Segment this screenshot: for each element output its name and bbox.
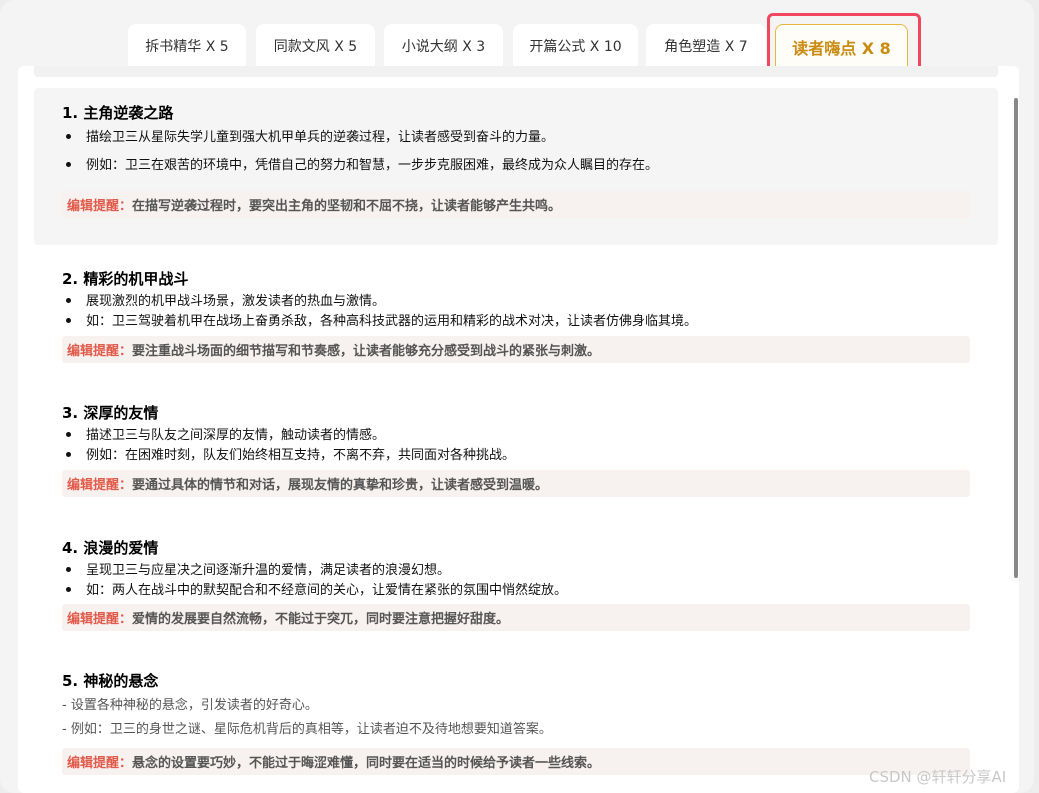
section-card: 2. 精彩的机甲战斗 展现激烈的机甲战斗场景，激发读者的热血与激情。 如：卫三驾…	[34, 266, 998, 366]
section-title: 3. 深厚的友情	[62, 404, 159, 422]
bullet-dot	[66, 298, 71, 303]
bullet-dot	[66, 318, 71, 323]
editor-tip-label: 编辑提醒：	[67, 756, 133, 771]
bullet-dot	[66, 134, 71, 139]
bullet-dot	[66, 452, 71, 457]
section-card: 5. 神秘的悬念 - 设置各种神秘的悬念，引发读者的好奇心。 - 例如：卫三的身…	[34, 668, 998, 778]
section-card: 3. 深厚的友情 描述卫三与队友之间深厚的友情，触动读者的情感。 例如：在困难时…	[34, 400, 998, 500]
list-item: - 设置各种神秘的悬念，引发读者的好奇心。	[62, 698, 318, 713]
editor-tip: 编辑提醒： 悬念的设置要巧妙，不能过于晦涩难懂，同时要在适当的时候给予读者一些线索…	[62, 748, 970, 775]
list-item-text: 展现激烈的机甲战斗场景，激发读者的热血与激情。	[86, 294, 386, 309]
list-item-text: 例如：卫三在艰苦的环境中，凭借自己的努力和智慧，一步步克服困难，最终成为众人瞩目…	[86, 158, 659, 173]
list-item: - 例如：卫三的身世之谜、星际危机背后的真相等，让读者迫不及待地想要知道答案。	[62, 722, 552, 737]
content-panel: 1. 主角逆袭之路 描绘卫三从星际失学儿童到强大机甲单兵的逆袭过程，让读者感受到…	[18, 66, 1019, 793]
editor-tip: 编辑提醒： 在描写逆袭过程时，要突出主角的坚韧和不屈不挠，让读者能够产生共鸣。	[62, 191, 970, 218]
list-item: 描述卫三与队友之间深厚的友情，触动读者的情感。	[66, 424, 385, 443]
editor-tip: 编辑提醒： 要注重战斗场面的细节描写和节奏感，让读者能够充分感受到战斗的紧张与刺激…	[62, 336, 970, 363]
bullet-dot	[66, 432, 71, 437]
section-title: 4. 浪漫的爱情	[62, 539, 159, 557]
bullet-dot	[66, 162, 71, 167]
list-item: 呈现卫三与应星决之间逐渐升温的爱情，满足读者的浪漫幻想。	[66, 559, 450, 578]
list-item: 例如：在困难时刻，队友们始终相互支持，不离不弃，共同面对各种挑战。	[66, 444, 515, 463]
tab-character-building[interactable]: 角色塑造 X 7	[646, 24, 766, 68]
editor-tip-text: 悬念的设置要巧妙，不能过于晦涩难懂，同时要在适当的时候给予读者一些线索。	[132, 756, 601, 771]
editor-tip-label: 编辑提醒：	[67, 344, 133, 359]
editor-tip: 编辑提醒： 要通过具体的情节和对话，展现友情的真挚和珍贵，让读者感受到温暖。	[62, 470, 970, 497]
tab-same-style[interactable]: 同款文风 X 5	[256, 24, 375, 68]
scrollbar-thumb[interactable]	[1014, 98, 1018, 578]
bullet-dot	[66, 567, 71, 572]
tab-novel-outline[interactable]: 小说大纲 X 3	[384, 24, 503, 68]
list-item: 如：两人在战斗中的默契配合和不经意间的关心，让爱情在紧张的氛围中悄然绽放。	[66, 579, 567, 598]
list-item: 展现激烈的机甲战斗场景，激发读者的热血与激情。	[66, 290, 385, 309]
editor-tip-text: 要注重战斗场面的细节描写和节奏感，让读者能够充分感受到战斗的紧张与刺激。	[132, 344, 601, 359]
section-title: 1. 主角逆袭之路	[62, 104, 174, 122]
bullet-dot	[66, 587, 71, 592]
list-item: 例如：卫三在艰苦的环境中，凭借自己的努力和智慧，一步步克服困难，最终成为众人瞩目…	[66, 154, 658, 173]
tab-opening-formula[interactable]: 开篇公式 X 10	[513, 24, 638, 68]
list-item-text: 例如：在困难时刻，队友们始终相互支持，不离不弃，共同面对各种挑战。	[86, 448, 516, 463]
list-item-text: 描绘卫三从星际失学儿童到强大机甲单兵的逆袭过程，让读者感受到奋斗的力量。	[86, 130, 555, 145]
editor-tip-label: 编辑提醒：	[67, 199, 133, 214]
list-item-text: 描述卫三与队友之间深厚的友情，触动读者的情感。	[86, 428, 386, 443]
editor-tip-label: 编辑提醒：	[67, 612, 133, 627]
previous-item-strip	[34, 66, 998, 77]
editor-tip: 编辑提醒： 爱情的发展要自然流畅，不能过于突兀，同时要注意把握好甜度。	[62, 604, 970, 631]
section-card: 1. 主角逆袭之路 描绘卫三从星际失学儿童到强大机甲单兵的逆袭过程，让读者感受到…	[34, 88, 998, 245]
editor-tip-text: 要通过具体的情节和对话，展现友情的真挚和珍贵，让读者感受到温暖。	[132, 478, 549, 493]
list-item-text: 如：两人在战斗中的默契配合和不经意间的关心，让爱情在紧张的氛围中悄然绽放。	[86, 583, 568, 598]
editor-tip-text: 在描写逆袭过程时，要突出主角的坚韧和不屈不挠，让读者能够产生共鸣。	[132, 199, 562, 214]
editor-tip-text: 爱情的发展要自然流畅，不能过于突兀，同时要注意把握好甜度。	[132, 612, 510, 627]
section-title: 5. 神秘的悬念	[62, 672, 159, 690]
list-item: 如：卫三驾驶着机甲在战场上奋勇杀敌，各种高科技武器的运用和精彩的战术对决，让读者…	[66, 310, 697, 329]
section-card: 4. 浪漫的爱情 呈现卫三与应星决之间逐渐升温的爱情，满足读者的浪漫幻想。 如：…	[34, 535, 998, 635]
list-item-text: 呈现卫三与应星决之间逐渐升温的爱情，满足读者的浪漫幻想。	[86, 563, 451, 578]
list-item-text: 如：卫三驾驶着机甲在战场上奋勇杀敌，各种高科技武器的运用和精彩的战术对决，让读者…	[86, 314, 698, 329]
editor-tip-label: 编辑提醒：	[67, 478, 133, 493]
watermark: CSDN @轩轩分享AI	[869, 768, 1007, 786]
tab-book-essence[interactable]: 拆书精华 X 5	[128, 24, 246, 68]
list-item: 描绘卫三从星际失学儿童到强大机甲单兵的逆袭过程，让读者感受到奋斗的力量。	[66, 126, 554, 145]
section-title: 2. 精彩的机甲战斗	[62, 270, 189, 288]
